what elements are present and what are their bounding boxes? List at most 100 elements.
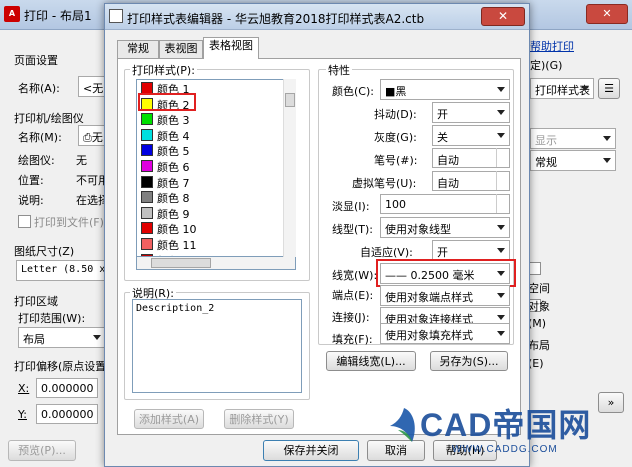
style-name: 颜色 4 — [157, 129, 190, 143]
highlight-lineweight — [376, 259, 516, 287]
more-options-button[interactable]: » — [598, 392, 624, 413]
offset-x-input[interactable]: 0.000000 — [36, 378, 98, 398]
screening-input[interactable]: 100 — [380, 194, 510, 214]
plotter-value: 无 — [76, 154, 87, 167]
right-option-label-3: (M) — [528, 317, 547, 330]
scrollbar-thumb[interactable] — [151, 258, 211, 268]
chevron-down-icon — [497, 315, 505, 320]
page-setup-name-combo[interactable]: <无> — [78, 76, 106, 97]
editor-window-icon — [109, 9, 123, 23]
pen-number-spinner[interactable] — [496, 148, 508, 167]
chevron-down-icon — [497, 293, 505, 298]
adaptive-label: 自适应(V): — [360, 246, 413, 259]
chevron-down-icon — [497, 225, 505, 230]
editor-close-button[interactable]: ✕ — [481, 7, 525, 26]
watermark-url: WWW.CADDG.COM — [452, 444, 558, 455]
form-view-pane: 打印样式(P): 颜色 1 颜色 2 颜色 3 颜色 4 颜色 5 颜色 6 颜色 7 颜色 … — [117, 58, 521, 435]
tab-general[interactable]: 常规 — [117, 40, 159, 58]
quality-combo[interactable]: 常规 — [530, 150, 616, 171]
styles-horizontal-scrollbar[interactable] — [136, 257, 296, 270]
tab-table-view[interactable]: 表视图 — [159, 40, 203, 58]
delete-style-button[interactable]: 删除样式(Y) — [224, 409, 294, 429]
print-range-label: 打印范围(W): — [18, 312, 86, 325]
pen-number-label: 笔号(#): — [374, 154, 418, 167]
dither-combo[interactable]: 开 — [432, 102, 510, 123]
color-swatch — [141, 128, 153, 141]
description-textarea[interactable]: Description_2 — [132, 299, 302, 393]
list-icon: ☰ — [604, 82, 614, 95]
print-dialog-close-button[interactable]: ✕ — [586, 4, 628, 24]
plot-style-table-combo[interactable]: 打印样式表 — [530, 78, 594, 99]
plot-style-editor-dialog: 打印样式表编辑器 - 华云旭教育2018打印样式表A2.ctb ✕ 常规 表视图… — [104, 3, 530, 467]
list-item[interactable]: 颜色 7 — [137, 174, 295, 190]
virtual-pen-label: 虚拟笔号(U): — [352, 177, 417, 190]
edit-plot-style-button[interactable]: ☰ — [598, 78, 620, 99]
editor-titlebar[interactable]: 打印样式表编辑器 - 华云旭教育2018打印样式表A2.ctb ✕ — [105, 4, 529, 30]
adaptive-combo[interactable]: 开 — [432, 240, 510, 261]
grayscale-label: 灰度(G): — [374, 131, 417, 144]
grayscale-combo[interactable]: 关 — [432, 125, 510, 146]
style-name: 颜色 6 — [157, 160, 190, 174]
help-print-link[interactable]: 帮助打印 — [530, 38, 574, 54]
screening-label: 淡显(I): — [332, 200, 370, 213]
expand-arrow-icon: » — [607, 396, 615, 409]
style-name: 颜色 3 — [157, 114, 190, 128]
printer-icon: ⎙ — [83, 131, 92, 144]
lineweight-label: 线宽(W): — [332, 269, 378, 282]
color-swatch — [141, 206, 153, 219]
list-item[interactable]: 颜色 6 — [137, 158, 295, 174]
screening-spinner[interactable] — [496, 194, 508, 213]
print-dialog-title: 打印 - 布局1 — [24, 9, 92, 23]
paper-size-group-label: 图纸尺寸(Z) — [14, 245, 75, 258]
style-name: 颜色 8 — [157, 192, 190, 206]
app-icon: A — [4, 6, 20, 22]
endstyle-combo[interactable]: 使用对象端点样式 — [380, 285, 510, 306]
save-and-close-button[interactable]: 保存并关闭 — [263, 440, 359, 461]
color-combo[interactable]: ■黑 — [380, 79, 510, 100]
list-item[interactable]: 颜色 10 — [137, 220, 295, 236]
style-name: 颜色 9 — [157, 207, 190, 221]
print-to-file-label: 打印到文件(F) — [34, 216, 104, 229]
linetype-label: 线型(T): — [332, 223, 374, 236]
edit-lineweights-button[interactable]: 编辑线宽(L)... — [326, 351, 416, 371]
print-range-combo[interactable]: 布局 — [18, 327, 106, 348]
paper-size-combo[interactable]: Letter (8.50 x 1 — [16, 260, 106, 281]
color-swatch — [141, 237, 153, 250]
fillstyle-label: 填充(F): — [332, 333, 373, 346]
color-swatch — [141, 113, 153, 126]
joinstyle-label: 连接(J): — [332, 311, 370, 324]
scrollbar-thumb[interactable] — [285, 93, 295, 107]
offset-y-input[interactable]: 0.000000 — [36, 404, 98, 424]
chevron-down-icon — [93, 335, 101, 340]
page-setup-name-label: 名称(A): — [18, 82, 60, 95]
style-name: 颜色 5 — [157, 145, 190, 159]
style-name: 颜色 10 — [157, 223, 197, 237]
editor-title: 打印样式表编辑器 - 华云旭教育2018打印样式表A2.ctb — [127, 12, 425, 26]
save-as-button[interactable]: 另存为(S)... — [430, 351, 508, 371]
fillstyle-combo[interactable]: 使用对象填充样式 — [380, 323, 510, 344]
list-item[interactable]: 颜色 3 — [137, 111, 295, 127]
list-item[interactable]: 颜色 11 — [137, 236, 295, 252]
plot-offset-group-label: 打印偏移(原点设置 — [14, 360, 107, 373]
style-name: 颜色 11 — [157, 238, 197, 252]
color-swatch — [141, 144, 153, 157]
printer-name-label: 名称(M): — [18, 131, 62, 144]
print-to-file-checkbox[interactable] — [18, 215, 31, 228]
styles-vertical-scrollbar[interactable] — [283, 79, 296, 257]
right-option-label-1: 空间 — [528, 282, 550, 295]
list-item[interactable]: 颜色 9 — [137, 205, 295, 221]
highlight-color-2 — [138, 93, 196, 111]
printer-name-combo[interactable]: ⎙无 — [78, 125, 106, 146]
list-item[interactable]: 颜色 5 — [137, 142, 295, 158]
print-area-group-label: 打印区域 — [14, 295, 58, 308]
plot-styles-legend: 打印样式(P): — [130, 62, 197, 78]
linetype-combo[interactable]: 使用对象线型 — [380, 217, 510, 238]
list-item[interactable]: 颜色 4 — [137, 127, 295, 143]
shade-plot-combo[interactable]: 显示 — [530, 128, 616, 149]
page-setup-group-label: 页面设置 — [14, 54, 58, 67]
list-item[interactable]: 颜色 8 — [137, 189, 295, 205]
add-style-button[interactable]: 添加样式(A) — [134, 409, 204, 429]
virtual-pen-spinner[interactable] — [496, 171, 508, 190]
tab-form-view[interactable]: 表格视图 — [203, 37, 259, 59]
preview-button[interactable]: 预览(P)... — [8, 440, 76, 461]
